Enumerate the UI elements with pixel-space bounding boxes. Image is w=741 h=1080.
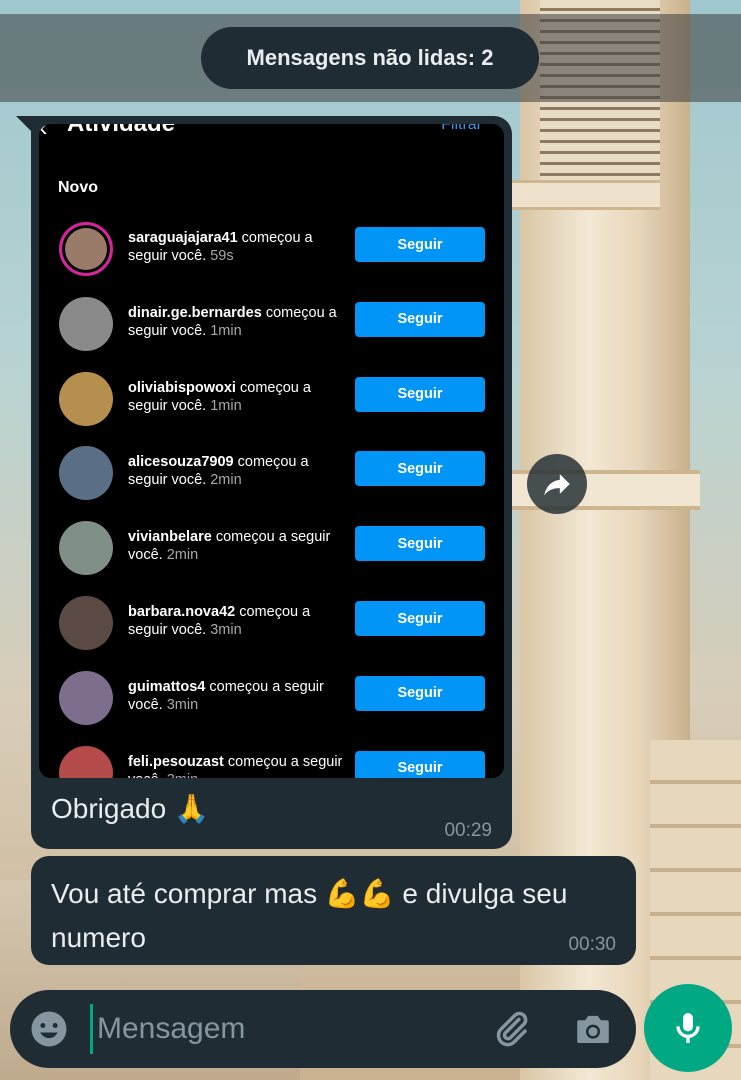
username[interactable]: saraguajajara41 xyxy=(128,230,238,246)
activity-time: 3min xyxy=(166,696,199,713)
activity-text: barbara.nova42 começou a seguir você. 3m… xyxy=(128,603,348,639)
emoji-icon xyxy=(31,1011,67,1047)
activity-time: 2min xyxy=(210,472,242,489)
attach-button[interactable] xyxy=(490,1008,532,1050)
activity-time: 59s xyxy=(210,248,234,264)
activity-item[interactable]: vivianbelare começou a seguir você. 2min… xyxy=(39,521,504,596)
message-timestamp: 00:30 xyxy=(568,934,616,955)
activity-text: saraguajajara41 começou a seguir você. 5… xyxy=(128,229,348,265)
avatar[interactable] xyxy=(59,222,113,276)
text-message-bubble[interactable]: Vou até comprar mas 💪💪 e divulga seu num… xyxy=(31,856,636,965)
screenshot-header-title: Atividade xyxy=(67,124,175,138)
follow-button[interactable]: Seguir xyxy=(355,675,485,711)
unread-messages-badge: Mensagens não lidas: 2 xyxy=(201,27,539,89)
username[interactable]: barbara.nova42 xyxy=(128,604,235,620)
follow-button[interactable]: Seguir xyxy=(355,376,485,412)
avatar[interactable] xyxy=(59,670,113,725)
follow-button[interactable]: Seguir xyxy=(355,750,485,778)
activity-item[interactable]: feli.pesouzast começou a seguir você. 3m… xyxy=(39,745,504,778)
paperclip-icon xyxy=(496,1011,528,1047)
activity-text: alicesouza7909 começou a seguir você. 2m… xyxy=(128,453,348,489)
username[interactable]: alicesouza7909 xyxy=(128,454,234,470)
message-input[interactable] xyxy=(90,1004,470,1054)
activity-time: 1min xyxy=(210,397,242,414)
username[interactable]: vivianbelare xyxy=(128,529,212,545)
activity-text: guimattos4 começou a seguir você. 3min xyxy=(128,678,348,714)
activity-time: 3min xyxy=(167,772,198,778)
avatar[interactable] xyxy=(59,446,113,501)
activity-item[interactable]: oliviabispowoxi começou a seguir você. 1… xyxy=(39,371,504,447)
shared-screenshot[interactable]: ‹ Atividade Filtrar Novo saraguajajara41… xyxy=(39,124,504,778)
microphone-icon xyxy=(676,1013,700,1043)
activity-time: 2min xyxy=(166,547,199,564)
forward-button[interactable] xyxy=(527,454,587,514)
avatar[interactable] xyxy=(59,596,113,650)
username[interactable]: oliviabispowoxi xyxy=(128,380,236,396)
activity-text: dinair.ge.bernardes começou a seguir voc… xyxy=(128,304,348,340)
message-composer xyxy=(10,990,636,1068)
activity-time: 1min xyxy=(210,322,242,339)
activity-text: vivianbelare começou a seguir você. 2min xyxy=(128,528,348,564)
bubble-tail xyxy=(16,116,32,132)
forward-arrow-icon xyxy=(544,474,570,496)
avatar[interactable] xyxy=(59,745,113,778)
avatar[interactable] xyxy=(59,371,113,426)
follow-button[interactable]: Seguir xyxy=(355,301,485,337)
avatar[interactable] xyxy=(59,296,113,351)
activity-item[interactable]: barbara.nova42 começou a seguir você. 3m… xyxy=(39,596,504,671)
message-text: Obrigado 🙏 xyxy=(51,793,209,824)
activity-text: feli.pesouzast começou a seguir você. 3m… xyxy=(128,753,348,778)
image-message-bubble[interactable]: ‹ Atividade Filtrar Novo saraguajajara41… xyxy=(31,116,512,849)
follow-button[interactable]: Seguir xyxy=(355,451,485,487)
follow-button[interactable]: Seguir xyxy=(355,227,485,262)
message-text: Vou até comprar mas 💪💪 e divulga seu num… xyxy=(51,878,568,953)
camera-icon xyxy=(577,1015,609,1043)
activity-time: 3min xyxy=(210,622,242,638)
follow-button[interactable]: Seguir xyxy=(355,526,485,562)
username[interactable]: feli.pesouzast xyxy=(128,754,224,770)
activity-item[interactable]: dinair.ge.bernardes começou a seguir voc… xyxy=(39,296,504,372)
activity-item[interactable]: alicesouza7909 começou a seguir você. 2m… xyxy=(39,446,504,521)
username[interactable]: guimattos4 xyxy=(128,679,205,695)
activity-item[interactable]: saraguajajara41 começou a seguir você. 5… xyxy=(39,222,504,297)
follow-button[interactable]: Seguir xyxy=(355,601,485,636)
activity-text: oliviabispowoxi começou a seguir você. 1… xyxy=(128,379,348,415)
avatar[interactable] xyxy=(59,521,113,576)
back-arrow-icon: ‹ xyxy=(39,124,48,142)
message-timestamp: 00:29 xyxy=(444,820,492,841)
screenshot-section-label: Novo xyxy=(58,179,98,196)
voice-message-button[interactable] xyxy=(644,984,732,1072)
camera-button[interactable] xyxy=(572,1008,614,1050)
wallpaper-minaret-balcony-upper xyxy=(510,180,660,210)
username[interactable]: dinair.ge.bernardes xyxy=(128,305,262,321)
screenshot-filter-link: Filtrar xyxy=(441,124,482,133)
emoji-button[interactable] xyxy=(28,1008,70,1050)
activity-item[interactable]: guimattos4 começou a seguir você. 3min Se… xyxy=(39,670,504,746)
